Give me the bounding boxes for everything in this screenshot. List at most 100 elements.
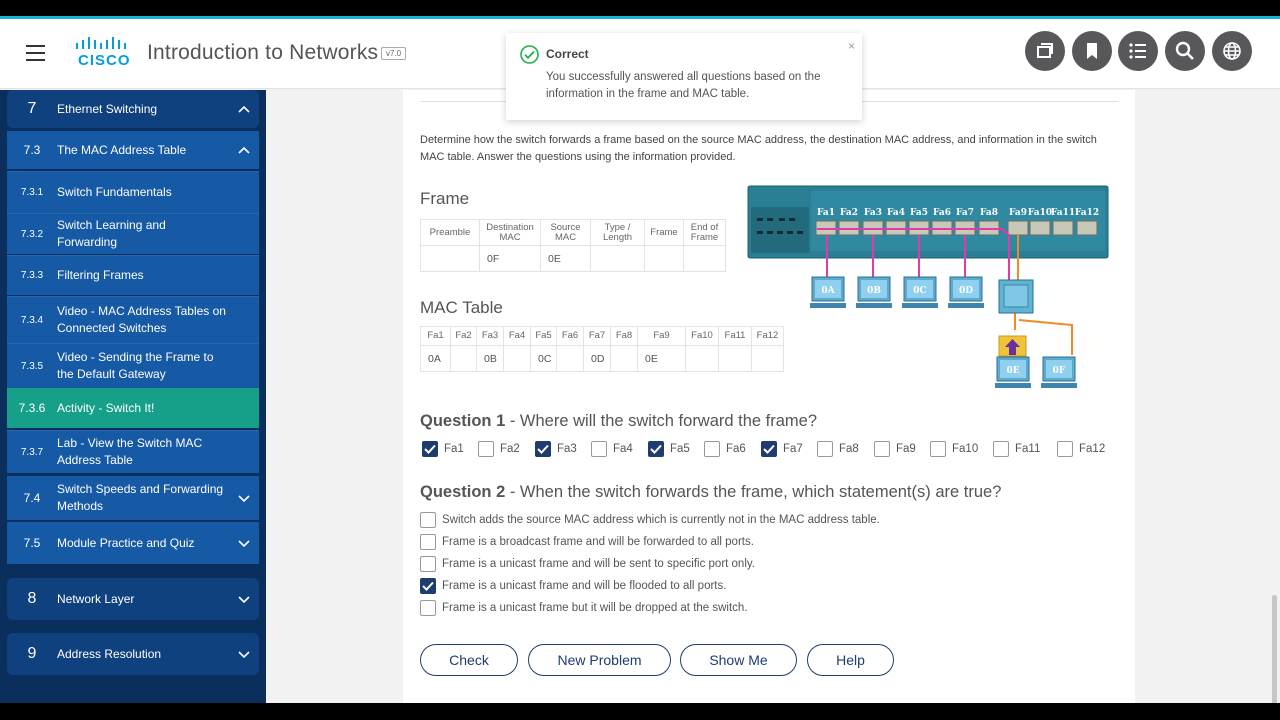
q1-option-fa3[interactable]: Fa3 (535, 441, 577, 457)
q1-option-fa2[interactable]: Fa2 (478, 441, 520, 457)
sidebar-item-label: Switch Fundamentals (57, 185, 172, 199)
checkbox-checked-icon[interactable] (761, 441, 777, 457)
checkbox-icon[interactable] (704, 441, 720, 457)
checkbox-label: Fa11 (1015, 443, 1041, 455)
mac-header-cell: Fa2 (450, 326, 477, 346)
q1-option-fa12[interactable]: Fa12 (1057, 441, 1105, 457)
q2-option-5[interactable]: Frame is a unicast frame but it will be … (420, 600, 748, 616)
q1-option-fa1[interactable]: Fa1 (422, 441, 464, 457)
sidebar-item-8[interactable]: 8 Network Layer (7, 578, 259, 620)
sidebar-item-number: 9 (27, 645, 37, 662)
help-button[interactable]: Help (807, 644, 894, 676)
sidebar-item-7-3-2[interactable]: 7.3.2 Switch Learning and Forwarding (7, 213, 259, 254)
close-icon[interactable]: × (848, 39, 855, 53)
sidebar-item-number: 7.5 (23, 536, 41, 550)
sidebar-item-7-3-1[interactable]: 7.3.1 Switch Fundamentals (7, 171, 259, 213)
host-0f: 0F (1041, 356, 1077, 388)
sidebar-item-7-4[interactable]: 7.4 Switch Speeds and Forwarding Methods (7, 476, 259, 520)
host-0d: 0D (948, 276, 984, 308)
hamburger-menu-icon[interactable] (26, 45, 45, 61)
q2-option-1[interactable]: Switch adds the source MAC address which… (420, 512, 880, 528)
checkbox-icon[interactable] (993, 441, 1009, 457)
checkbox-icon[interactable] (420, 512, 436, 528)
q2-option-3[interactable]: Frame is a unicast frame and will be sen… (420, 556, 755, 572)
check-button[interactable]: Check (420, 644, 518, 676)
bookmark-button[interactable] (1072, 31, 1112, 71)
sidebar-item-number: 7.3 (23, 143, 41, 157)
frame-value-cell: 0E (540, 245, 591, 272)
checkbox-label: Fa9 (896, 443, 916, 455)
correct-toast: Correct You successfully answered all qu… (506, 33, 862, 120)
copy-button[interactable] (1025, 31, 1065, 71)
mac-header-cell: Fa5 (530, 326, 557, 346)
q2-option-4[interactable]: Frame is a unicast frame and will be flo… (420, 578, 726, 594)
q1-option-fa7[interactable]: Fa7 (761, 441, 803, 457)
q1-option-fa11[interactable]: Fa11 (993, 441, 1040, 457)
q2-option-2[interactable]: Frame is a broadcast frame and will be f… (420, 534, 754, 550)
checkbox-icon[interactable] (1057, 441, 1073, 457)
port-label: Fa6 (933, 208, 951, 218)
sidebar-item-label: Switch Speeds and Forwarding Methods (57, 482, 224, 513)
sidebar-item-number: 8 (27, 590, 37, 607)
sidebar-item-7-3-4[interactable]: 7.3.4 Video - MAC Address Tables on Conne… (7, 296, 259, 343)
q1-option-fa9[interactable]: Fa9 (874, 441, 916, 457)
checkbox-checked-icon[interactable] (422, 441, 438, 457)
instructions-text: Determine how the switch forwards a fram… (420, 134, 1097, 163)
host-label: 0E (1006, 366, 1019, 376)
checkbox-label: Fa3 (557, 443, 577, 455)
checkbox-icon[interactable] (874, 441, 890, 457)
checkbox-icon[interactable] (591, 441, 607, 457)
mac-value-cell (450, 345, 477, 372)
checkbox-checked-icon[interactable] (648, 441, 664, 457)
q1-option-fa4[interactable]: Fa4 (591, 441, 633, 457)
mac-value-cell (556, 345, 584, 372)
sidebar-item-7-3[interactable]: 7.3 The MAC Address Table (7, 131, 259, 169)
search-button[interactable] (1165, 31, 1205, 71)
checkbox-checked-icon[interactable] (535, 441, 551, 457)
sidebar-item-7-3-5[interactable]: 7.3.5 Video - Sending the Frame to the De… (7, 343, 259, 388)
checkbox-icon[interactable] (420, 534, 436, 550)
q1-option-fa8[interactable]: Fa8 (817, 441, 859, 457)
page-scrollbar[interactable] (1270, 90, 1280, 720)
sidebar-item-7-3-3[interactable]: 7.3.3 Filtering Frames (7, 255, 259, 295)
sidebar-item-7-5[interactable]: 7.5 Module Practice and Quiz (7, 522, 259, 564)
app-window: CISCO Introduction to Networks v7.0 7 Eth… (0, 0, 1280, 720)
checkbox-icon[interactable] (817, 441, 833, 457)
chevron-down-icon[interactable] (229, 594, 259, 605)
host-0c: 0C (902, 276, 938, 308)
chevron-up-icon[interactable] (229, 104, 259, 115)
frame-header-cell: End of Frame (683, 219, 726, 246)
checkbox-label: Fa4 (613, 443, 633, 455)
chevron-down-icon[interactable] (229, 649, 259, 660)
sidebar-item-7-3-6[interactable]: 7.3.6 Activity - Switch It! (7, 388, 259, 428)
chevron-down-icon[interactable] (229, 538, 259, 549)
sidebar-item-9[interactable]: 9 Address Resolution (7, 633, 259, 675)
checkbox-icon[interactable] (930, 441, 946, 457)
new-problem-button[interactable]: New Problem (528, 644, 671, 676)
language-button[interactable] (1212, 31, 1252, 71)
host-0b: 0B (856, 276, 892, 308)
checkbox-icon[interactable] (420, 556, 436, 572)
checkbox-label: Fa2 (500, 443, 520, 455)
question-1-text: - Where will the switch forward the fram… (505, 412, 818, 430)
sidebar-item-number: 7 (27, 100, 37, 117)
list-button[interactable] (1118, 31, 1158, 71)
scrollbar-thumb[interactable] (1272, 595, 1277, 715)
q1-option-fa10[interactable]: Fa10 (930, 441, 978, 457)
chevron-up-icon[interactable] (229, 145, 259, 156)
checkbox-label: Fa6 (726, 443, 746, 455)
sidebar-item-7[interactable]: 7 Ethernet Switching (7, 90, 259, 128)
sidebar-item-7-3-7[interactable]: 7.3.7 Lab - View the Switch MAC Address T… (7, 430, 259, 473)
switch-console-panel (751, 207, 809, 253)
checkbox-icon[interactable] (420, 600, 436, 616)
checkbox-label: Fa7 (783, 443, 803, 455)
q1-option-fa5[interactable]: Fa5 (648, 441, 690, 457)
port-label: Fa4 (887, 208, 905, 218)
checkbox-icon[interactable] (478, 441, 494, 457)
checkbox-checked-icon[interactable] (420, 578, 436, 594)
port-label: Fa7 (956, 208, 974, 218)
sidebar-item-label: Lab - View the Switch MAC Address Table (57, 436, 203, 467)
q1-option-fa6[interactable]: Fa6 (704, 441, 746, 457)
show-me-button[interactable]: Show Me (680, 644, 797, 676)
chevron-down-icon[interactable] (229, 493, 259, 504)
